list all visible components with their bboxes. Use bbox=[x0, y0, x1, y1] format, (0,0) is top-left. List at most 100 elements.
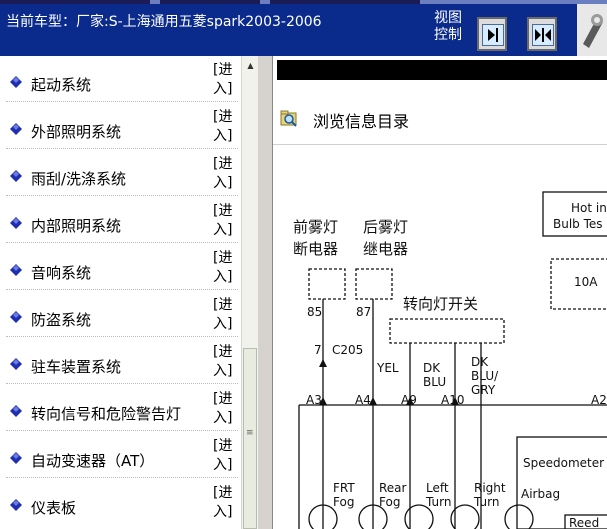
hot-box-label-2: Bulb Tes bbox=[553, 217, 603, 231]
panel-splitter[interactable] bbox=[258, 56, 272, 529]
arrow-right-bar-icon bbox=[482, 24, 504, 46]
reed-label: Reed bbox=[569, 516, 599, 529]
menu-item-label: 驻车装置系统 bbox=[31, 358, 122, 376]
divider bbox=[6, 477, 238, 478]
connector-name: C205 bbox=[332, 343, 363, 357]
diamond-icon bbox=[10, 217, 22, 229]
menu-item-label: 仪表板 bbox=[31, 499, 77, 517]
scroll-thumb[interactable]: ≡ bbox=[243, 348, 257, 529]
diamond-icon bbox=[10, 358, 22, 370]
divider bbox=[6, 336, 238, 337]
fuse-label: 10A bbox=[574, 275, 598, 289]
enter-link[interactable]: [进入] bbox=[213, 390, 237, 428]
current-car-model: 当前车型：厂家:S-上海通用五菱spark2003-2006 bbox=[6, 14, 322, 30]
wire-color-label: BLU bbox=[423, 375, 446, 389]
menu-item[interactable]: 转向信号和危险警告灯 [进入] bbox=[0, 385, 240, 431]
divider bbox=[6, 148, 238, 149]
divider bbox=[6, 242, 238, 243]
menu-item[interactable]: 仪表板 [进入] bbox=[0, 479, 240, 525]
header-tab[interactable] bbox=[0, 0, 150, 4]
menu-item-label: 防盗系统 bbox=[31, 311, 92, 329]
diamond-icon bbox=[10, 76, 22, 88]
divider bbox=[6, 101, 238, 102]
wire-color-label: YEL bbox=[376, 361, 399, 375]
content-panel: 浏览信息目录 前雾灯 断电器 后雾灯 继电器 转向灯开关 Hot in Bulb… bbox=[272, 56, 607, 529]
terminal-label: A2 bbox=[591, 393, 607, 407]
wire-color-label: DK bbox=[423, 361, 441, 375]
hot-box-label-1: Hot in bbox=[571, 201, 607, 215]
enter-link[interactable]: [进入] bbox=[213, 437, 237, 475]
menu-item[interactable]: 驻车装置系统 [进入] bbox=[0, 338, 240, 384]
expand-view-button[interactable] bbox=[477, 17, 507, 51]
split-arrows-icon bbox=[532, 24, 554, 46]
divider bbox=[6, 383, 238, 384]
top-header: 当前车型：厂家:S-上海通用五菱spark2003-2006 视图控制 bbox=[0, 0, 607, 56]
menu-item-label: 起动系统 bbox=[31, 76, 92, 94]
terminal-label: A4 bbox=[355, 393, 371, 407]
lamp-label: Turn bbox=[425, 495, 451, 509]
wire-color-label: BLU/ bbox=[471, 369, 499, 383]
browse-toc-label: 浏览信息目录 bbox=[313, 112, 410, 131]
lamp-label: Left bbox=[426, 481, 449, 495]
menu-item[interactable]: 音响系统 [进入] bbox=[0, 244, 240, 290]
menu-item[interactable]: 内部照明系统 [进入] bbox=[0, 197, 240, 243]
system-menu: 起动系统 [进入] 外部照明系统 [进入] 雨刮/洗涤系统 [进入] 内部照明系… bbox=[0, 56, 258, 529]
divider bbox=[6, 430, 238, 431]
terminal-label: A10 bbox=[441, 393, 464, 407]
diamond-icon bbox=[10, 264, 22, 276]
rear-fog-relay-label-2: 继电器 bbox=[363, 240, 408, 258]
wiring-diagram: 前雾灯 断电器 后雾灯 继电器 转向灯开关 Hot in Bulb Tes 10… bbox=[293, 191, 607, 529]
menu-item[interactable]: 外部照明系统 [进入] bbox=[0, 103, 240, 149]
lamp-label: Rear bbox=[379, 481, 407, 495]
rear-fog-relay-label-1: 后雾灯 bbox=[363, 218, 408, 236]
enter-link[interactable]: [进入] bbox=[213, 108, 237, 146]
lamp-label: Fog bbox=[333, 495, 354, 509]
enter-link[interactable]: [进入] bbox=[213, 155, 237, 193]
menu-scrollbar[interactable]: ▲ ≡ bbox=[241, 56, 259, 529]
front-fog-relay-label-1: 前雾灯 bbox=[293, 218, 338, 236]
menu-item-label: 雨刮/洗涤系统 bbox=[31, 170, 127, 188]
divider bbox=[6, 195, 238, 196]
turn-switch-label: 转向灯开关 bbox=[403, 295, 478, 313]
enter-link[interactable]: [进入] bbox=[213, 61, 237, 99]
menu-item[interactable]: 自动变速器（AT） [进入] bbox=[0, 432, 240, 478]
menu-item-label: 音响系统 bbox=[31, 264, 92, 282]
diamond-icon bbox=[10, 170, 22, 182]
menu-item-label: 转向信号和危险警告灯 bbox=[31, 405, 182, 423]
lamp-label: Airbag bbox=[521, 487, 560, 501]
scroll-up-arrow-icon[interactable]: ▲ bbox=[242, 58, 259, 74]
diamond-icon bbox=[10, 123, 22, 135]
menu-item[interactable]: 防盗系统 [进入] bbox=[0, 291, 240, 337]
diamond-icon bbox=[10, 499, 22, 511]
enter-link[interactable]: [进入] bbox=[213, 484, 237, 522]
terminal-label: A3 bbox=[306, 393, 322, 407]
divider bbox=[6, 289, 238, 290]
pin-label: 87 bbox=[356, 305, 371, 319]
divider bbox=[273, 144, 607, 145]
diamond-icon bbox=[10, 311, 22, 323]
app-logo bbox=[577, 4, 607, 56]
split-view-button[interactable] bbox=[527, 17, 557, 51]
lamp-label: Right bbox=[474, 481, 506, 495]
view-control-label: 视图控制 bbox=[434, 10, 462, 43]
lamp-label: Fog bbox=[379, 495, 400, 509]
diamond-icon bbox=[10, 405, 22, 417]
folder-search-icon bbox=[280, 110, 297, 127]
menu-item-label: 自动变速器（AT） bbox=[31, 452, 155, 470]
grip-icon: ≡ bbox=[246, 428, 254, 438]
lamp-label: Turn bbox=[473, 495, 499, 509]
menu-item[interactable]: 雨刮/洗涤系统 [进入] bbox=[0, 150, 240, 196]
front-fog-relay-label-2: 断电器 bbox=[293, 240, 338, 258]
lamp-label: FRT bbox=[333, 481, 355, 495]
menu-item[interactable]: 起动系统 [进入] bbox=[0, 56, 240, 102]
header-tab[interactable] bbox=[160, 0, 260, 4]
wire-color-label: GRY bbox=[471, 383, 496, 397]
header-tab[interactable] bbox=[270, 0, 420, 4]
enter-link[interactable]: [进入] bbox=[213, 249, 237, 287]
browse-toc-link[interactable]: 浏览信息目录 bbox=[273, 100, 607, 131]
enter-link[interactable]: [进入] bbox=[213, 296, 237, 334]
speedometer-label: Speedometer bbox=[523, 456, 604, 470]
enter-link[interactable]: [进入] bbox=[213, 343, 237, 381]
terminal-label: A9 bbox=[401, 393, 417, 407]
enter-link[interactable]: [进入] bbox=[213, 202, 237, 240]
